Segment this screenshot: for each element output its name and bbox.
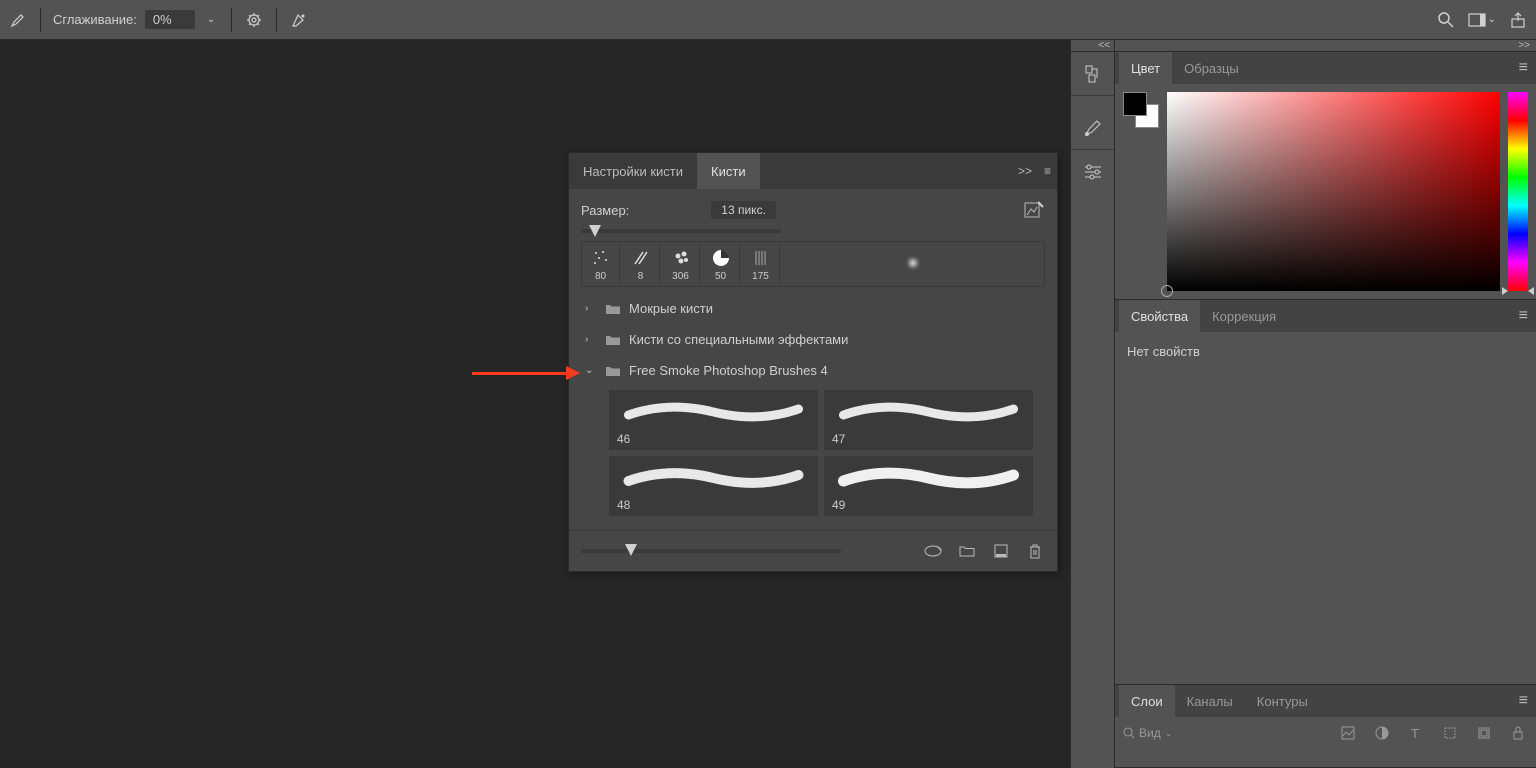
brush-tip-0[interactable]: 80 [582, 242, 620, 286]
brush-item-46[interactable]: 46 [609, 390, 818, 450]
share-icon[interactable] [1508, 10, 1528, 30]
panel-menu-icon[interactable]: ≡ [1038, 164, 1057, 178]
chevron-right-icon: › [585, 334, 597, 345]
brush-tip-1[interactable]: 8 [622, 242, 660, 286]
history-icon[interactable] [1071, 52, 1114, 96]
tab-swatches[interactable]: Образцы [1172, 52, 1251, 84]
folder-label: Кисти со специальными эффектами [629, 332, 848, 347]
filter-pixel-icon[interactable] [1338, 723, 1358, 743]
options-bar: Сглаживание: 0% ⌄ ⌄ [0, 0, 1536, 40]
tab-channels[interactable]: Каналы [1175, 685, 1245, 717]
panel-menu-icon[interactable]: ≡ [1515, 307, 1532, 325]
chevron-right-icon: › [585, 303, 597, 314]
workspace-icon[interactable]: ⌄ [1468, 10, 1496, 30]
smoothing-value[interactable]: 0% [145, 10, 195, 29]
brush-grid: 46 47 48 49 [581, 386, 1045, 520]
smoothing-dropdown[interactable]: ⌄ [203, 14, 219, 25]
new-folder-icon[interactable] [957, 541, 977, 561]
properties-panel: Свойства Коррекция ≡ Нет свойств [1115, 300, 1536, 685]
brush-item-47[interactable]: 47 [824, 390, 1033, 450]
layer-filter-select[interactable]: Вид ⌄ [1123, 726, 1172, 740]
smoothing-label: Сглаживание: [53, 12, 137, 27]
tab-brushes[interactable]: Кисти [697, 153, 760, 189]
brush-tip-2[interactable]: 306 [662, 242, 700, 286]
gear-icon[interactable] [244, 10, 264, 30]
foreground-swatch[interactable] [1123, 92, 1147, 116]
symmetry-icon[interactable] [289, 10, 309, 30]
folder-special-effects[interactable]: › Кисти со специальными эффектами [581, 324, 1045, 355]
brush-size-value[interactable]: 13 пикс. [711, 201, 776, 219]
folder-label: Мокрые кисти [629, 301, 713, 316]
filter-type-icon[interactable]: T [1406, 723, 1426, 743]
annotation-arrow [472, 368, 580, 380]
brush-tip-5[interactable] [782, 242, 1044, 286]
brushes-panel-tabs: Настройки кисти Кисти >> ≡ [569, 153, 1057, 189]
toggle-preview-icon[interactable] [923, 541, 943, 561]
brush-tip-4[interactable]: 175 [742, 242, 780, 286]
folder-free-smoke[interactable]: ⌄ Free Smoke Photoshop Brushes 4 [581, 355, 1045, 386]
trash-icon[interactable] [1025, 541, 1045, 561]
brush-item-49[interactable]: 49 [824, 456, 1033, 516]
tab-adjustments[interactable]: Коррекция [1200, 300, 1288, 332]
folder-wet-brushes[interactable]: › Мокрые кисти [581, 293, 1045, 324]
chevron-down-icon: ⌄ [585, 365, 597, 376]
panel-menu-icon[interactable]: ≡ [1515, 59, 1532, 77]
create-brush-icon[interactable] [1023, 199, 1045, 221]
folder-label: Free Smoke Photoshop Brushes 4 [629, 363, 828, 378]
svg-text:T: T [1411, 726, 1419, 740]
fg-bg-swatches[interactable] [1123, 92, 1159, 128]
panel-menu-icon[interactable]: ≡ [1515, 692, 1532, 710]
collapsed-panel-dock: << [1070, 40, 1114, 768]
adjustments-icon[interactable] [1071, 150, 1114, 194]
folder-icon [605, 334, 621, 346]
brush-size-slider[interactable] [581, 229, 781, 233]
properties-empty-text: Нет свойств [1115, 332, 1536, 684]
collapse-arrows-icon[interactable]: << [1071, 40, 1114, 52]
tab-paths[interactable]: Контуры [1245, 685, 1320, 717]
brush-tip-3[interactable]: 50 [702, 242, 740, 286]
tab-layers[interactable]: Слои [1119, 685, 1175, 717]
tab-brush-settings[interactable]: Настройки кисти [569, 153, 697, 189]
filter-shape-icon[interactable] [1440, 723, 1460, 743]
filter-smart-icon[interactable] [1474, 723, 1494, 743]
brush-size-label: Размер: [581, 203, 629, 218]
collapse-icon[interactable]: >> [1012, 164, 1038, 178]
color-field[interactable] [1167, 92, 1500, 291]
filter-lock-icon[interactable] [1508, 723, 1528, 743]
brush-tool-icon[interactable] [8, 10, 28, 30]
tab-color[interactable]: Цвет [1119, 52, 1172, 84]
collapse-arrows-icon[interactable]: >> [1115, 40, 1536, 52]
brush-icon[interactable] [1071, 106, 1114, 150]
folder-icon [605, 303, 621, 315]
tab-properties[interactable]: Свойства [1119, 300, 1200, 332]
right-panel-dock: >> Цвет Образцы ≡ [1114, 40, 1536, 768]
color-panel: Цвет Образцы ≡ [1115, 52, 1536, 300]
brushes-footer [569, 530, 1057, 571]
folder-icon [605, 365, 621, 377]
preview-size-slider[interactable] [581, 549, 841, 553]
brush-item-48[interactable]: 48 [609, 456, 818, 516]
layers-panel: Слои Каналы Контуры ≡ Вид ⌄ T [1115, 685, 1536, 768]
hue-slider[interactable] [1508, 92, 1528, 291]
search-icon[interactable] [1436, 10, 1456, 30]
filter-adjustment-icon[interactable] [1372, 723, 1392, 743]
new-brush-preset-icon[interactable] [991, 541, 1011, 561]
canvas-area[interactable]: Настройки кисти Кисти >> ≡ Размер: 13 пи… [0, 40, 1070, 768]
brush-tip-shapes: 80 8 306 50 175 [581, 241, 1045, 287]
brushes-panel: Настройки кисти Кисти >> ≡ Размер: 13 пи… [568, 152, 1058, 572]
